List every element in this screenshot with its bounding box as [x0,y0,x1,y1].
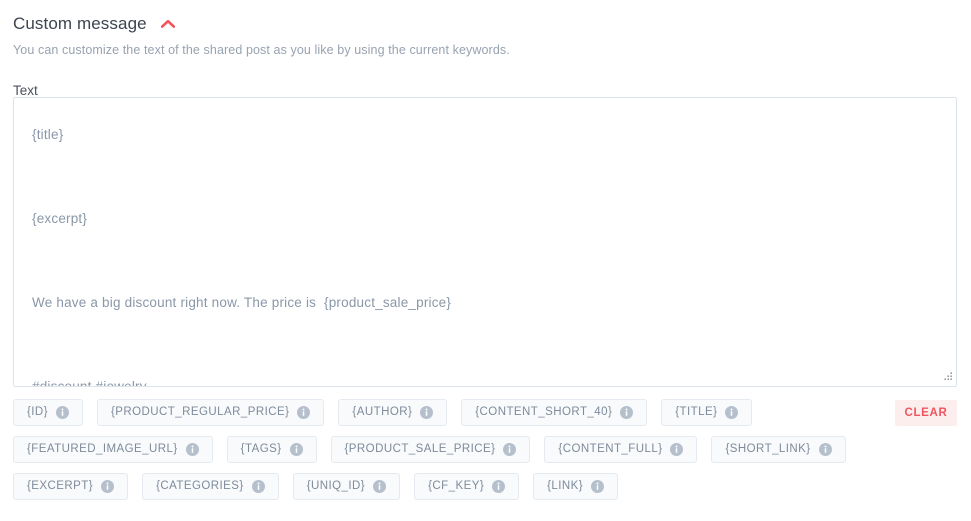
info-circle-icon[interactable] [297,406,311,419]
keyword-chip[interactable]: {CF_KEY} [414,473,520,500]
panel-subtitle: You can customize the text of the shared… [13,43,510,57]
keyword-chip[interactable]: {ID} [13,399,83,426]
keyword-chip-label: {UNIQ_ID} [306,480,366,492]
info-circle-icon[interactable] [251,480,265,493]
keyword-chip-label: {CATEGORIES} [156,480,244,492]
keyword-chip[interactable]: {TAGS} [226,436,317,463]
keyword-chip[interactable]: {AUTHOR} [338,399,448,426]
info-circle-icon[interactable] [725,406,739,419]
keyword-chip-label: {SHORT_LINK} [725,443,811,455]
keyword-chip[interactable]: {CONTENT_SHORT_40} [461,399,648,426]
keyword-chip[interactable]: {CATEGORIES} [142,473,279,500]
page-title: Custom message [13,14,147,33]
keyword-chip-label: {FEATURED_IMAGE_URL} [27,443,178,455]
keyword-chip[interactable]: {LINK} [533,473,619,500]
keyword-chip-label: {AUTHOR} [352,406,413,418]
info-circle-icon[interactable] [620,406,634,419]
clear-button[interactable]: CLEAR [895,400,957,426]
keyword-chip[interactable]: {FEATURED_IMAGE_URL} [13,436,213,463]
custom-message-textarea[interactable] [13,97,957,387]
info-circle-icon[interactable] [503,443,517,456]
keyword-chip[interactable]: {EXCERPT} [13,473,129,500]
text-field-label: Text [13,83,38,98]
info-circle-icon[interactable] [818,443,832,456]
keyword-chip-label: {PRODUCT_REGULAR_PRICE} [110,406,290,418]
keyword-chip[interactable]: {SHORT_LINK} [711,436,846,463]
keyword-chip-label: {CF_KEY} [428,480,485,492]
info-circle-icon[interactable] [670,443,684,456]
keyword-chip-label: {CONTENT_FULL} [558,443,663,455]
keyword-chip-label: {CONTENT_SHORT_40} [475,406,613,418]
keyword-chip-label: {TAGS} [240,443,282,455]
keyword-chip[interactable]: {CONTENT_FULL} [544,436,698,463]
info-circle-icon[interactable] [591,480,605,493]
panel-header: Custom message [0,0,971,36]
keyword-chip-label: {LINK} [547,480,584,492]
info-circle-icon[interactable] [492,480,506,493]
keyword-chips-row: {ID} {PRODUCT_REGULAR_PRICE} {AUTHOR} {C… [13,399,878,500]
keyword-chip-label: {TITLE} [675,406,718,418]
keyword-chip[interactable]: {TITLE} [661,399,753,426]
keyword-chip[interactable]: {UNIQ_ID} [292,473,401,500]
info-circle-icon[interactable] [101,480,115,493]
info-circle-icon[interactable] [289,443,303,456]
chevron-up-icon[interactable] [159,15,177,33]
keyword-chip-label: {EXCERPT} [27,480,94,492]
info-circle-icon[interactable] [420,406,434,419]
keyword-chip-label: {PRODUCT_SALE_PRICE} [344,443,496,455]
info-circle-icon[interactable] [373,480,387,493]
custom-message-panel: Custom message You can customize the tex… [0,0,971,521]
info-circle-icon[interactable] [185,443,199,456]
custom-message-field-wrapper [13,97,957,387]
keyword-chip-label: {ID} [27,406,48,418]
keyword-chip[interactable]: {PRODUCT_REGULAR_PRICE} [96,399,325,426]
keyword-chip[interactable]: {PRODUCT_SALE_PRICE} [330,436,531,463]
info-circle-icon[interactable] [55,406,69,419]
keyword-chips-area: {ID} {PRODUCT_REGULAR_PRICE} {AUTHOR} {C… [13,399,957,500]
